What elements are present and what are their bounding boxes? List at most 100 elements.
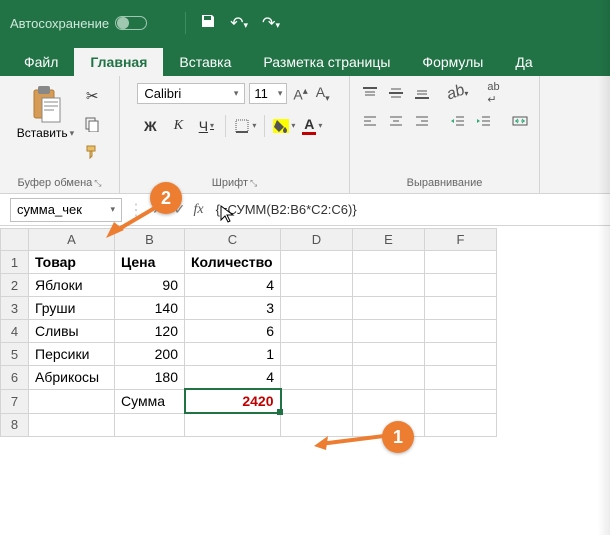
format-painter-icon[interactable] (80, 140, 104, 164)
cell-B6[interactable]: 180 (115, 366, 185, 390)
cell-D7[interactable] (281, 389, 353, 413)
align-bottom-icon[interactable] (410, 82, 434, 104)
cell-C8[interactable] (185, 413, 281, 436)
cell-B2[interactable]: 90 (115, 274, 185, 297)
col-header-F[interactable]: F (425, 229, 497, 251)
italic-button[interactable]: К (165, 114, 191, 138)
row-header-6[interactable]: 6 (1, 366, 29, 390)
font-color-button[interactable]: A▾ (299, 114, 325, 138)
formula-input[interactable]: {=СУММ(B2:B6*C2:C6)} (212, 200, 610, 219)
col-header-E[interactable]: E (353, 229, 425, 251)
cell-B8[interactable] (115, 413, 185, 436)
align-center-icon[interactable] (384, 110, 408, 132)
cell-E5[interactable] (353, 343, 425, 366)
select-all-corner[interactable] (1, 229, 29, 251)
cell-B1[interactable]: Цена (115, 251, 185, 274)
cell-D3[interactable] (281, 297, 353, 320)
align-right-icon[interactable] (410, 110, 434, 132)
cell-C2[interactable]: 4 (185, 274, 281, 297)
tab-home[interactable]: Главная (74, 48, 163, 76)
cell-C4[interactable]: 6 (185, 320, 281, 343)
border-button[interactable]: ▾ (232, 114, 258, 138)
cell-A7[interactable] (29, 389, 115, 413)
row-header-5[interactable]: 5 (1, 343, 29, 366)
row-header-2[interactable]: 2 (1, 274, 29, 297)
bold-button[interactable]: Ж (137, 114, 163, 138)
redo-icon[interactable]: ↷▾ (262, 13, 280, 33)
cell-A1[interactable]: Товар (29, 251, 115, 274)
tab-data[interactable]: Да (499, 48, 548, 76)
cell-B7[interactable]: Сумма (115, 389, 185, 413)
paste-button[interactable]: Вставить▾ (15, 82, 76, 164)
cell-E1[interactable] (353, 251, 425, 274)
undo-icon[interactable]: ↶▾ (230, 13, 248, 33)
cell-A3[interactable]: Груши (29, 297, 115, 320)
spreadsheet-grid[interactable]: ABCDEF1ТоварЦенаКоличество2Яблоки9043Гру… (0, 228, 497, 437)
cell-C3[interactable]: 3 (185, 297, 281, 320)
cell-C7[interactable]: 2420 (185, 389, 281, 413)
tab-page-layout[interactable]: Разметка страницы (247, 48, 406, 76)
cell-D6[interactable] (281, 366, 353, 390)
cell-B3[interactable]: 140 (115, 297, 185, 320)
increase-font-icon[interactable]: A▴ (291, 84, 309, 105)
row-header-4[interactable]: 4 (1, 320, 29, 343)
cell-F3[interactable] (425, 297, 497, 320)
underline-button[interactable]: Ч▾ (193, 114, 219, 138)
row-header-3[interactable]: 3 (1, 297, 29, 320)
copy-icon[interactable] (80, 112, 104, 136)
cell-B4[interactable]: 120 (115, 320, 185, 343)
cell-F5[interactable] (425, 343, 497, 366)
col-header-C[interactable]: C (185, 229, 281, 251)
cell-C1[interactable]: Количество (185, 251, 281, 274)
row-header-8[interactable]: 8 (1, 413, 29, 436)
cell-A6[interactable]: Абрикосы (29, 366, 115, 390)
cell-C5[interactable]: 1 (185, 343, 281, 366)
merge-icon[interactable] (508, 110, 532, 132)
align-top-icon[interactable] (358, 82, 382, 104)
decrease-indent-icon[interactable] (446, 110, 470, 132)
tab-file[interactable]: Файл (8, 48, 74, 76)
fx-icon[interactable]: fx (193, 202, 203, 218)
autosave-toggle[interactable]: Автосохранение (10, 16, 147, 31)
cut-icon[interactable]: ✂ (80, 84, 104, 108)
increase-indent-icon[interactable] (472, 110, 496, 132)
cell-C6[interactable]: 4 (185, 366, 281, 390)
cell-A4[interactable]: Сливы (29, 320, 115, 343)
wrap-text-icon[interactable]: ab↵ (482, 82, 506, 104)
row-header-1[interactable]: 1 (1, 251, 29, 274)
toggle-switch-icon[interactable] (115, 16, 147, 30)
cell-A2[interactable]: Яблоки (29, 274, 115, 297)
cell-D2[interactable] (281, 274, 353, 297)
decrease-font-icon[interactable]: A▾ (314, 82, 332, 106)
cell-D5[interactable] (281, 343, 353, 366)
tab-formulas[interactable]: Формулы (406, 48, 499, 76)
row-header-7[interactable]: 7 (1, 389, 29, 413)
cell-F2[interactable] (425, 274, 497, 297)
cell-E7[interactable] (353, 389, 425, 413)
dialog-launcher-icon[interactable]: ⤡ (94, 178, 101, 189)
font-name-select[interactable]: Calibri▾ (137, 83, 245, 104)
cell-B5[interactable]: 200 (115, 343, 185, 366)
save-icon[interactable] (200, 13, 216, 34)
cell-F6[interactable] (425, 366, 497, 390)
cell-F7[interactable] (425, 389, 497, 413)
font-size-select[interactable]: 11▾ (249, 83, 287, 104)
cell-E4[interactable] (353, 320, 425, 343)
cell-A5[interactable]: Персики (29, 343, 115, 366)
cell-E6[interactable] (353, 366, 425, 390)
dialog-launcher-icon[interactable]: ⤡ (250, 178, 257, 189)
cell-F4[interactable] (425, 320, 497, 343)
align-middle-icon[interactable] (384, 82, 408, 104)
fill-color-button[interactable]: ▾ (271, 114, 297, 138)
cell-E2[interactable] (353, 274, 425, 297)
cell-F8[interactable] (425, 413, 497, 436)
cell-F1[interactable] (425, 251, 497, 274)
orientation-icon[interactable]: ab▾ (446, 82, 470, 104)
cell-E3[interactable] (353, 297, 425, 320)
col-header-D[interactable]: D (281, 229, 353, 251)
tab-insert[interactable]: Вставка (163, 48, 247, 76)
cell-D1[interactable] (281, 251, 353, 274)
cell-D4[interactable] (281, 320, 353, 343)
cell-A8[interactable] (29, 413, 115, 436)
align-left-icon[interactable] (358, 110, 382, 132)
